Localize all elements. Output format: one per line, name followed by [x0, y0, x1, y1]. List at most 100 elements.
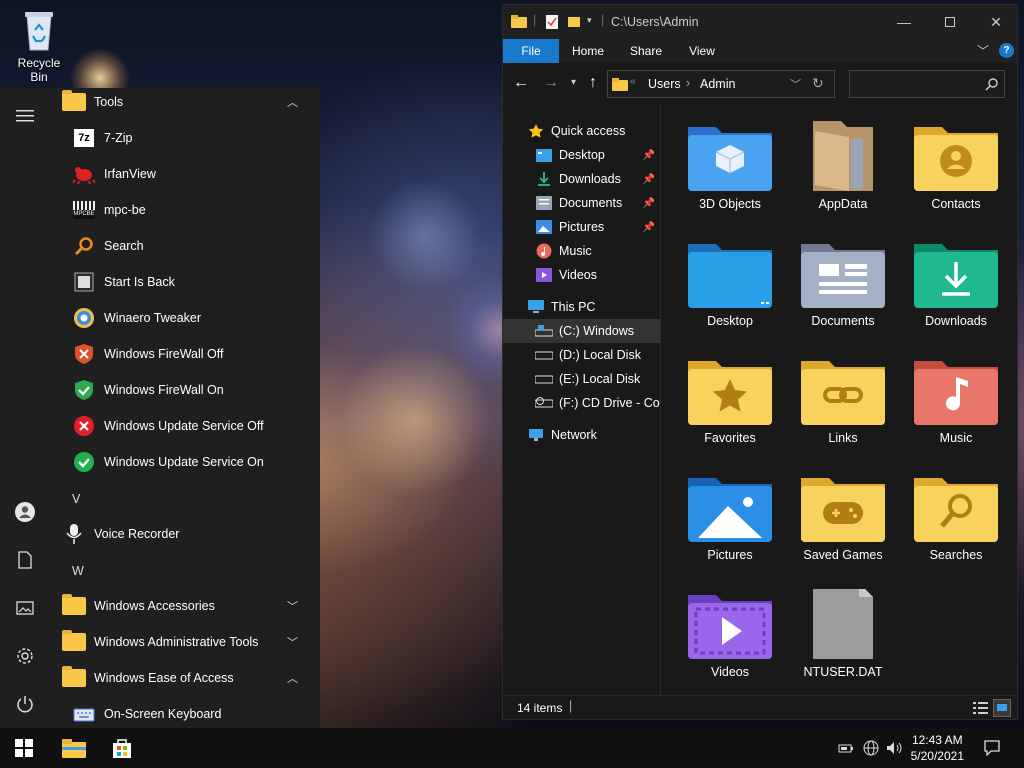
item-saved-games[interactable]: Saved Games: [793, 460, 893, 570]
downloads-folder-icon: [914, 238, 998, 308]
refresh-icon[interactable]: ↻: [812, 75, 824, 92]
address-dropdown-icon[interactable]: ﹀: [790, 76, 801, 92]
app-winaero-tweaker[interactable]: Winaero Tweaker: [50, 300, 312, 336]
nav-music[interactable]: Music: [503, 239, 660, 263]
pictures-icon: [535, 218, 553, 236]
nav-pictures[interactable]: Pictures 📌: [503, 215, 660, 239]
maximize-button[interactable]: [927, 5, 973, 39]
nav-downloads[interactable]: Downloads 📌: [503, 167, 660, 191]
customize-qat-icon[interactable]: ▾: [587, 15, 592, 26]
item-3d-objects[interactable]: 3D Objects: [680, 109, 780, 219]
settings-button[interactable]: [13, 644, 37, 668]
app-mpc-be[interactable]: MPCBE mpc-be: [50, 192, 312, 228]
nav-desktop[interactable]: Desktop 📌: [503, 143, 660, 167]
item-label: Pictures: [707, 548, 753, 562]
back-arrow-icon[interactable]: ←: [513, 74, 529, 92]
breadcrumb-users[interactable]: Users: [648, 77, 681, 91]
breadcrumb-separator-icon[interactable]: ›: [686, 76, 690, 90]
hamburger-menu-button[interactable]: [13, 104, 37, 128]
app-label: Windows Update Service Off: [104, 419, 264, 433]
tray-power-icon[interactable]: [836, 728, 856, 768]
item-downloads[interactable]: Downloads: [906, 226, 1006, 336]
tab-file[interactable]: File: [503, 39, 559, 63]
new-folder-icon[interactable]: [567, 14, 581, 28]
nav-f-drive[interactable]: (F:) CD Drive - Com: [503, 391, 660, 415]
action-center-button[interactable]: [976, 728, 1008, 768]
taskbar-microsoft-store[interactable]: [98, 728, 146, 768]
pin-icon[interactable]: 📌: [643, 150, 655, 161]
app-search[interactable]: Search: [50, 228, 312, 264]
pin-icon[interactable]: 📌: [643, 222, 655, 233]
title-bar[interactable]: | ▾ | C:\Users\Admin — ✕: [503, 5, 1017, 39]
app-voice-recorder[interactable]: Voice Recorder: [50, 516, 312, 552]
breadcrumb-admin[interactable]: Admin: [700, 77, 735, 91]
item-desktop[interactable]: Desktop: [680, 226, 780, 336]
start-is-back-icon: [72, 270, 96, 294]
tab-view[interactable]: View: [677, 39, 727, 63]
item-contacts[interactable]: Contacts: [906, 109, 1006, 219]
item-links[interactable]: Links: [793, 343, 893, 453]
item-documents[interactable]: Documents: [793, 226, 893, 336]
nav-label: Quick access: [551, 124, 626, 138]
group-windows-ease-of-access[interactable]: Windows Ease of Access ︿: [50, 660, 312, 696]
letter-header-w[interactable]: W: [72, 564, 84, 578]
tray-network-icon[interactable]: [860, 728, 882, 768]
nav-d-drive[interactable]: (D:) Local Disk: [503, 343, 660, 367]
group-windows-accessories[interactable]: Windows Accessories ﹀: [50, 588, 312, 624]
power-button[interactable]: [13, 692, 37, 716]
nav-network[interactable]: Network: [503, 423, 660, 447]
help-icon[interactable]: ?: [999, 43, 1014, 58]
pictures-button[interactable]: [13, 596, 37, 620]
item-music[interactable]: Music: [906, 343, 1006, 453]
app-update-off[interactable]: Windows Update Service Off: [50, 408, 312, 444]
app-start-is-back[interactable]: Start Is Back: [50, 264, 312, 300]
item-favorites[interactable]: Favorites: [680, 343, 780, 453]
app-7zip[interactable]: 7z 7-Zip: [50, 120, 312, 156]
search-input[interactable]: [854, 75, 980, 93]
search-box[interactable]: [849, 70, 1005, 98]
item-searches[interactable]: Searches: [906, 460, 1006, 570]
address-bar[interactable]: « Users › Admin ﹀ ↻: [607, 70, 835, 98]
app-update-on[interactable]: Windows Update Service On: [50, 444, 312, 480]
minimize-button[interactable]: —: [881, 5, 927, 39]
user-account-button[interactable]: [13, 500, 37, 524]
nav-videos[interactable]: Videos: [503, 263, 660, 287]
tab-share[interactable]: Share: [621, 39, 671, 63]
item-videos[interactable]: Videos: [680, 577, 780, 687]
details-view-icon[interactable]: [973, 701, 989, 715]
taskbar-file-explorer[interactable]: [50, 728, 98, 768]
group-windows-admin-tools[interactable]: Windows Administrative Tools ﹀: [50, 624, 312, 660]
pin-icon[interactable]: 📌: [643, 174, 655, 185]
recycle-bin-desktop-icon[interactable]: Recycle Bin: [8, 8, 70, 84]
pin-icon[interactable]: 📌: [643, 198, 655, 209]
nav-this-pc[interactable]: This PC: [503, 295, 660, 319]
document-icon: [18, 551, 32, 569]
breadcrumb-overflow[interactable]: «: [630, 76, 636, 87]
app-firewall-on[interactable]: Windows FireWall On: [50, 372, 312, 408]
item-pictures[interactable]: Pictures: [680, 460, 780, 570]
item-ntuser-dat[interactable]: NTUSER.DAT: [793, 577, 893, 687]
tab-home[interactable]: Home: [563, 39, 613, 63]
large-icons-view-icon[interactable]: [993, 699, 1011, 717]
nav-e-drive[interactable]: (E:) Local Disk: [503, 367, 660, 391]
app-firewall-off[interactable]: Windows FireWall Off: [50, 336, 312, 372]
letter-header-v[interactable]: V: [72, 492, 80, 506]
nav-documents[interactable]: Documents 📌: [503, 191, 660, 215]
group-tools[interactable]: Tools ︿: [50, 84, 312, 120]
documents-button[interactable]: [13, 548, 37, 572]
nav-c-drive[interactable]: (C:) Windows: [503, 319, 660, 343]
up-arrow-icon[interactable]: ↑: [589, 74, 597, 92]
nav-quick-access[interactable]: Quick access: [503, 119, 660, 143]
item-appdata[interactable]: AppData: [793, 109, 893, 219]
recent-locations-icon[interactable]: ▾: [571, 77, 576, 88]
expand-ribbon-icon[interactable]: ﹀: [977, 42, 989, 59]
app-on-screen-keyboard[interactable]: On-Screen Keyboard: [50, 696, 312, 732]
app-irfanview[interactable]: IrfanView: [50, 156, 312, 192]
taskbar-clock[interactable]: 12:43 AM 5/20/2021: [911, 732, 964, 764]
properties-icon[interactable]: [545, 14, 559, 30]
close-button[interactable]: ✕: [973, 5, 1019, 39]
group-label: Windows Ease of Access: [94, 671, 234, 685]
tray-volume-icon[interactable]: [884, 728, 906, 768]
forward-arrow-icon[interactable]: →: [543, 74, 559, 92]
start-button[interactable]: [0, 728, 48, 768]
